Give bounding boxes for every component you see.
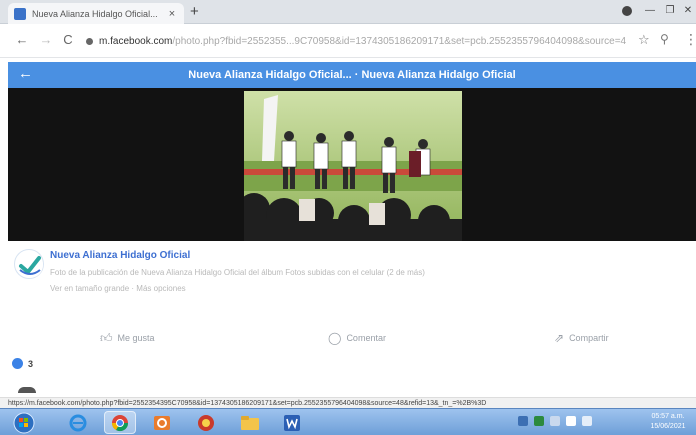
- fb-photo-header: ← Nueva Alianza Hidalgo Oficial... · Nue…: [8, 62, 696, 88]
- system-tray: [518, 416, 592, 426]
- caption-links[interactable]: Ver en tamaño grande · Más opciones: [50, 284, 186, 293]
- back-button[interactable]: ←: [14, 32, 30, 48]
- outlook-icon: [154, 415, 170, 430]
- page-name-link[interactable]: Nueva Alianza Hidalgo Oficial: [50, 250, 190, 261]
- tab-title: Nueva Alianza Hidalgo Oficial...: [32, 8, 158, 19]
- word-icon: [284, 414, 300, 431]
- taskbar-chrome[interactable]: [104, 411, 136, 434]
- taskbar-file-explorer[interactable]: [234, 411, 266, 434]
- bookmark-star-icon[interactable]: ☆: [638, 32, 650, 48]
- tray-language-icon[interactable]: [566, 416, 576, 426]
- tray-app-icon[interactable]: [518, 416, 528, 426]
- facebook-favicon-icon: [14, 7, 26, 20]
- taskbar-word[interactable]: [276, 411, 308, 434]
- folder-icon: [241, 415, 259, 430]
- browser-menu-icon[interactable]: ⋮: [684, 31, 696, 48]
- clock-time: 05:57 a.m.: [651, 413, 685, 420]
- url-host: m.facebook.com: [99, 35, 173, 47]
- address-bar[interactable]: m.facebook.com/photo.php?fbid=2552355...…: [86, 30, 626, 52]
- post-photo[interactable]: [244, 91, 462, 241]
- photo-image: [244, 91, 462, 241]
- internet-explorer-icon: [69, 414, 87, 431]
- new-tab-button[interactable]: +: [190, 3, 199, 20]
- reload-button[interactable]: C: [60, 32, 76, 48]
- nueva-alianza-logo-icon: [17, 252, 43, 278]
- taskbar-internet-explorer[interactable]: [62, 411, 94, 434]
- fb-back-arrow-icon[interactable]: ←: [18, 65, 33, 82]
- reactions-summary[interactable]: 3: [12, 358, 33, 369]
- like-reaction-icon: [12, 358, 23, 369]
- share-button[interactable]: ⇗ Compartir: [554, 327, 609, 349]
- clock-date: 15/06/2021: [650, 423, 686, 430]
- photo-viewer: [8, 88, 696, 241]
- reaction-count: 3: [28, 358, 34, 369]
- like-button[interactable]: 👍︎ Me gusta: [100, 327, 155, 349]
- record-indicator-icon: [622, 6, 632, 16]
- site-info-icon[interactable]: [86, 37, 93, 45]
- comment-bubble-icon: ◯: [328, 331, 342, 345]
- chrome-icon: [111, 414, 129, 431]
- thumbs-up-icon: 👍︎: [100, 330, 113, 345]
- windows-taskbar: 05:57 a.m. 15/06/2021: [0, 408, 696, 435]
- profile-icon[interactable]: ⚲: [660, 32, 669, 46]
- commenter-avatar: [18, 387, 36, 393]
- forward-button[interactable]: →: [38, 32, 54, 48]
- tray-network-icon[interactable]: [534, 416, 544, 426]
- url-text: m.facebook.com/photo.php?fbid=2552355...…: [99, 36, 626, 47]
- taskbar-clock[interactable]: 05:57 a.m. 15/06/2021: [644, 412, 692, 432]
- post-actions: 👍︎ Me gusta ◯ Comentar ⇗ Compartir: [8, 327, 696, 349]
- browser-toolbar: ← → C m.facebook.com/photo.php?fbid=2552…: [0, 24, 696, 58]
- maximize-button[interactable]: ❐: [660, 3, 680, 19]
- post-details: Nueva Alianza Hidalgo Oficial Foto de la…: [8, 241, 696, 393]
- status-bar-url: https://m.facebook.com/photo.php?fbid=25…: [0, 397, 696, 408]
- minimize-button[interactable]: —: [640, 3, 660, 19]
- share-arrow-icon: ⇗: [554, 331, 565, 345]
- fb-header-title: Nueva Alianza Hidalgo Oficial... · Nueva…: [188, 69, 516, 81]
- url-path: /photo.php?fbid=2552355...9C70958&id=137…: [172, 35, 626, 47]
- browser-tab[interactable]: Nueva Alianza Hidalgo Oficial... ×: [8, 3, 184, 24]
- comment-label: Comentar: [346, 333, 386, 343]
- tray-sound-icon[interactable]: [582, 416, 592, 426]
- like-label: Me gusta: [117, 333, 155, 343]
- close-window-button[interactable]: ✕: [678, 3, 696, 19]
- post-caption: Foto de la publicación de Nueva Alianza …: [50, 268, 425, 277]
- tray-volume-icon[interactable]: [550, 416, 560, 426]
- tab-close-icon[interactable]: ×: [166, 8, 178, 20]
- taskbar-media-app[interactable]: [190, 411, 222, 434]
- share-label: Compartir: [569, 333, 609, 343]
- page-avatar[interactable]: [14, 249, 44, 279]
- media-app-icon: [198, 414, 214, 431]
- start-button[interactable]: [6, 411, 42, 434]
- comment-button[interactable]: ◯ Comentar: [328, 327, 386, 349]
- browser-tab-strip: Nueva Alianza Hidalgo Oficial... × + — ❐…: [0, 0, 696, 24]
- windows-start-icon: [13, 412, 35, 433]
- taskbar-outlook[interactable]: [146, 411, 178, 434]
